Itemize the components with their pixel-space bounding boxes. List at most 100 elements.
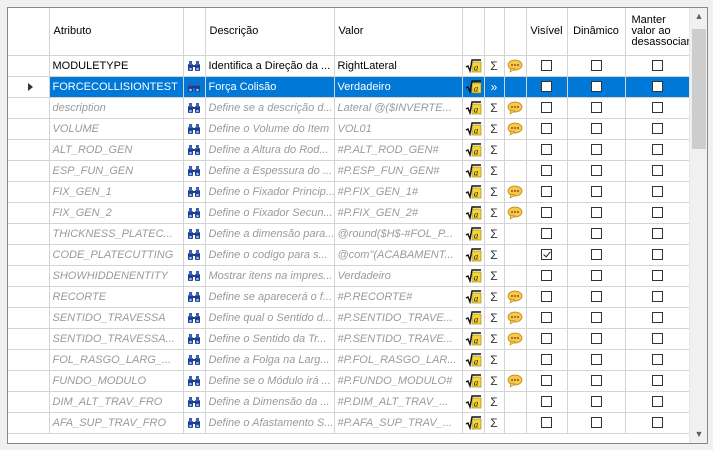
value-cell[interactable]: #P.FIX_GEN_2# [334, 202, 463, 224]
row-indicator[interactable] [8, 244, 50, 266]
row-indicator[interactable] [8, 160, 50, 182]
comment-cell[interactable] [504, 223, 527, 245]
manter-cell[interactable] [625, 307, 690, 329]
value-cell[interactable]: @com"(ACABAMENT... [334, 244, 463, 266]
visivel-checkbox[interactable] [541, 291, 552, 303]
row-indicator[interactable] [8, 181, 50, 203]
description-cell[interactable]: Força Colisão [205, 76, 335, 98]
manter-cell[interactable] [625, 55, 690, 77]
attribute-cell[interactable]: FORCECOLLISIONTEST [49, 76, 184, 98]
dinamico-checkbox[interactable] [590, 81, 602, 93]
value-cell[interactable]: #P.ESP_FUN_GEN# [334, 160, 463, 182]
value-cell[interactable]: @round($H$-#FOL_P... [334, 223, 463, 245]
visivel-cell[interactable] [526, 286, 568, 308]
attribute-cell[interactable]: MODULETYPE [49, 55, 184, 77]
sigma-icon[interactable]: Σ [490, 269, 497, 283]
manter-cell[interactable] [625, 412, 690, 434]
dinamico-checkbox[interactable] [590, 123, 602, 135]
visivel-checkbox[interactable] [541, 375, 552, 387]
visivel-checkbox[interactable] [541, 270, 552, 282]
find-cell[interactable] [183, 202, 206, 224]
description-cell[interactable]: Define qual o Sentido d... [205, 307, 335, 329]
comment-cell[interactable] [504, 181, 527, 203]
attribute-cell[interactable]: THICKNESS_PLATEC... [49, 223, 184, 245]
visivel-checkbox[interactable] [541, 396, 552, 408]
dinamico-cell[interactable] [567, 349, 626, 371]
description-cell[interactable]: Define o Volume do Item [205, 118, 335, 140]
speech-bubble-icon[interactable] [507, 101, 523, 115]
visivel-checkbox[interactable] [541, 81, 552, 93]
visivel-checkbox[interactable] [541, 228, 552, 240]
table-row[interactable]: FORCECOLLISIONTEST Força Colisão Verdade… [8, 76, 690, 98]
attribute-cell[interactable]: FOL_RASGO_LARG_... [49, 349, 184, 371]
manter-cell[interactable] [625, 244, 690, 266]
visivel-checkbox[interactable] [541, 207, 552, 219]
manter-checkbox[interactable] [651, 312, 663, 324]
table-row[interactable]: DIM_ALT_TRAV_FRO Define a Dimensão da ..… [8, 391, 690, 413]
sum-cell[interactable]: Σ [484, 412, 505, 434]
binoculars-icon[interactable] [187, 270, 201, 282]
description-cell[interactable]: Define a Espessura do ... [205, 160, 335, 182]
comment-cell[interactable] [504, 370, 527, 392]
attribute-cell[interactable]: description [49, 97, 184, 119]
visivel-checkbox[interactable] [541, 312, 552, 324]
binoculars-icon[interactable] [187, 291, 201, 303]
binoculars-icon[interactable] [187, 375, 201, 387]
speech-bubble-icon[interactable] [507, 185, 523, 199]
attribute-cell[interactable]: RECORTE [49, 286, 184, 308]
sum-cell[interactable]: Σ [484, 223, 505, 245]
formula-sqrt-icon[interactable]: a [465, 142, 482, 157]
attribute-cell[interactable]: AFA_SUP_TRAV_FRO [49, 412, 184, 434]
visivel-cell[interactable] [526, 97, 568, 119]
description-cell[interactable]: Define o Fixador Princip... [205, 181, 335, 203]
formula-cell[interactable]: a [462, 160, 485, 182]
table-row[interactable]: RECORTE Define se aparecerá o f... #P.RE… [8, 286, 690, 308]
scroll-thumb[interactable] [692, 29, 706, 149]
sigma-icon[interactable]: Σ [490, 395, 497, 409]
dinamico-cell[interactable] [567, 370, 626, 392]
row-indicator[interactable] [8, 223, 50, 245]
sum-cell[interactable]: Σ [484, 118, 505, 140]
dinamico-cell[interactable] [567, 223, 626, 245]
manter-checkbox[interactable] [651, 354, 663, 366]
comment-cell[interactable] [504, 244, 527, 266]
sum-cell[interactable]: Σ [484, 97, 505, 119]
description-cell[interactable]: Define a Altura do Rod... [205, 139, 335, 161]
manter-cell[interactable] [625, 349, 690, 371]
table-row[interactable]: FIX_GEN_2 Define o Fixador Secun... #P.F… [8, 202, 690, 224]
speech-bubble-icon[interactable] [507, 122, 523, 136]
sigma-icon[interactable]: Σ [490, 101, 497, 115]
row-indicator[interactable] [8, 118, 50, 140]
manter-checkbox[interactable] [651, 291, 663, 303]
dinamico-cell[interactable] [567, 118, 626, 140]
manter-cell[interactable] [625, 118, 690, 140]
find-cell[interactable] [183, 265, 206, 287]
value-cell[interactable]: #P.ALT_ROD_GEN# [334, 139, 463, 161]
binoculars-icon[interactable] [187, 81, 201, 93]
manter-checkbox[interactable] [651, 81, 663, 93]
binoculars-icon[interactable] [187, 60, 201, 72]
sum-cell[interactable]: Σ [484, 307, 505, 329]
visivel-cell[interactable] [526, 139, 568, 161]
dinamico-checkbox[interactable] [590, 144, 602, 156]
col-header-descricao[interactable]: Descrição [205, 8, 335, 56]
row-indicator[interactable] [8, 286, 50, 308]
visivel-cell[interactable] [526, 370, 568, 392]
find-cell[interactable] [183, 181, 206, 203]
description-cell[interactable]: Define o codigo para s... [205, 244, 335, 266]
value-cell[interactable]: VOL01 [334, 118, 463, 140]
description-cell[interactable]: Define se o Módulo irá ... [205, 370, 335, 392]
formula-cell[interactable]: a [462, 412, 485, 434]
table-row[interactable]: FIX_GEN_1 Define o Fixador Princip... #P… [8, 181, 690, 203]
comment-cell[interactable] [504, 286, 527, 308]
dinamico-cell[interactable] [567, 286, 626, 308]
binoculars-icon[interactable] [187, 165, 201, 177]
dinamico-cell[interactable] [567, 391, 626, 413]
dinamico-cell[interactable] [567, 97, 626, 119]
sigma-icon[interactable]: Σ [490, 59, 497, 73]
speech-bubble-icon[interactable] [507, 332, 523, 346]
dinamico-checkbox[interactable] [590, 186, 602, 198]
table-row[interactable]: SENTIDO_TRAVESSA... Define o Sentido da … [8, 328, 690, 350]
sum-cell[interactable]: Σ [484, 349, 505, 371]
speech-bubble-icon[interactable] [507, 290, 523, 304]
